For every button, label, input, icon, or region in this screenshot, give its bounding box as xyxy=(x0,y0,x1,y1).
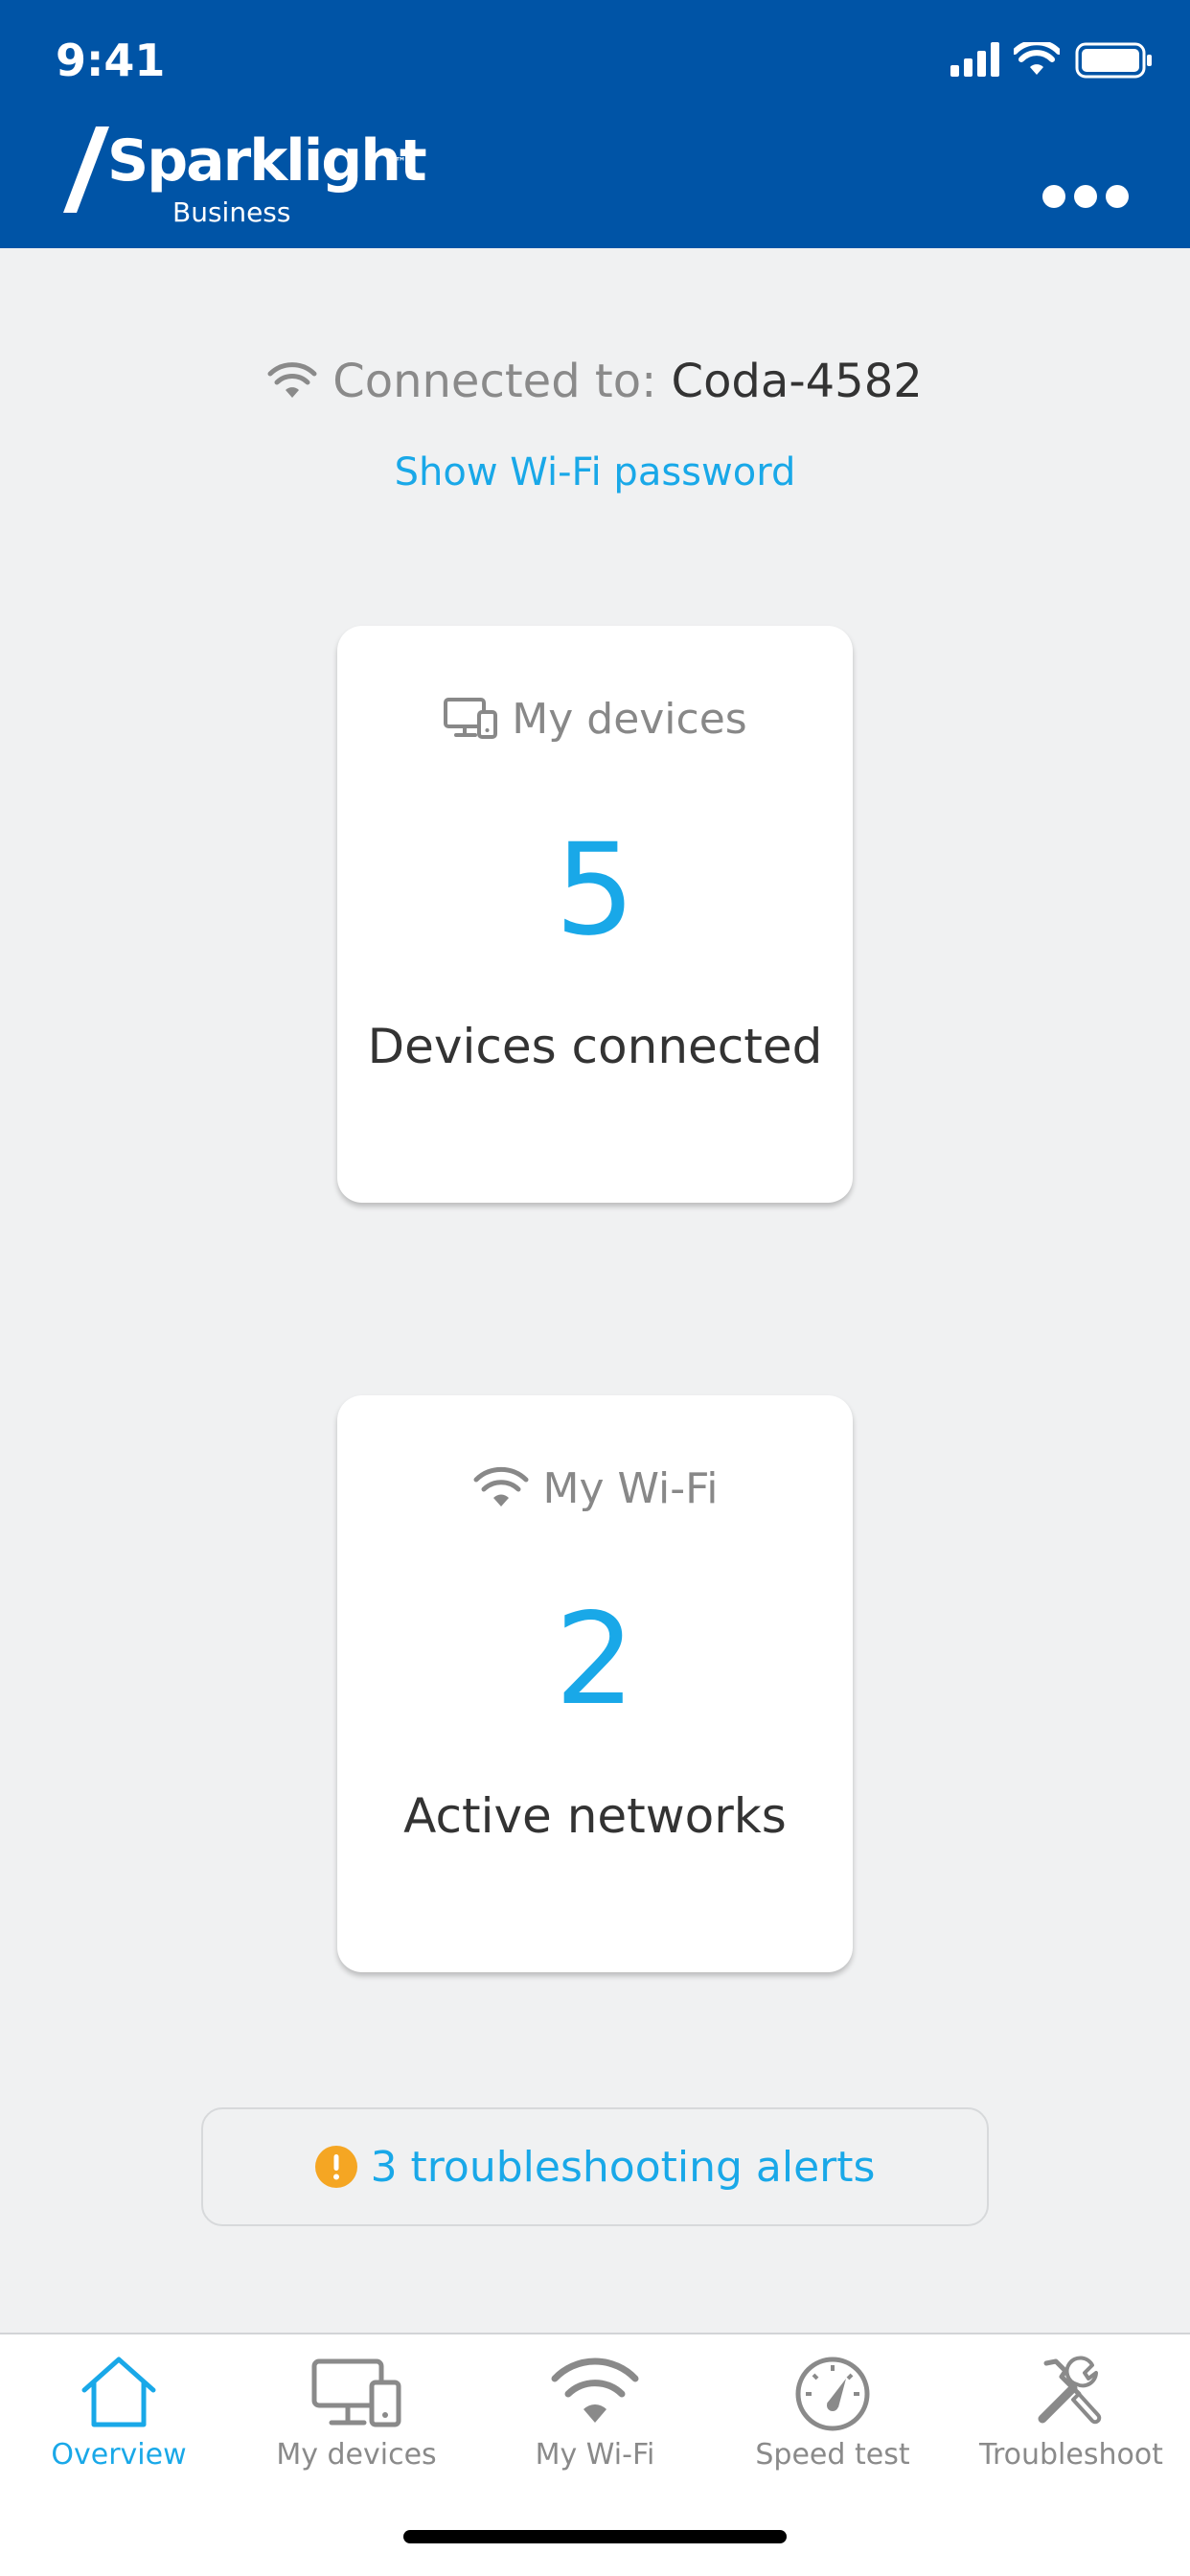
status-icons xyxy=(950,42,1161,80)
connected-label: Connected to: xyxy=(332,355,657,408)
app-screen: 9:41 Sparklight ™ Business Connected to:… xyxy=(0,0,1190,2576)
alerts-text: 3 troubleshooting alerts xyxy=(370,2142,876,2192)
cellular-signal-icon xyxy=(950,42,999,77)
my-devices-card[interactable]: My devices 5 Devices connected xyxy=(337,626,853,1203)
tab-label: My Wi-Fi xyxy=(535,2438,655,2472)
card-title-text: My Wi-Fi xyxy=(542,1464,719,1513)
devices-caption: Devices connected xyxy=(367,1019,823,1074)
card-title: My Wi-Fi xyxy=(337,1464,853,1513)
warning-icon xyxy=(314,2146,357,2188)
home-icon xyxy=(81,2357,156,2427)
devices-icon xyxy=(444,698,498,739)
app-header: 9:41 Sparklight ™ Business xyxy=(0,0,1190,248)
networks-count: 2 xyxy=(555,1586,635,1734)
tab-overview[interactable]: Overview xyxy=(0,2334,238,2526)
my-wifi-card[interactable]: My Wi-Fi 2 Active networks xyxy=(337,1395,853,1972)
card-title: My devices xyxy=(337,695,853,744)
troubleshooting-alerts-button[interactable]: 3 troubleshooting alerts xyxy=(201,2107,989,2226)
tab-label: Speed test xyxy=(755,2438,910,2472)
more-dot-icon xyxy=(1074,185,1097,208)
home-indicator[interactable] xyxy=(403,2530,787,2543)
connection-status: Connected to: Coda-4582 xyxy=(0,355,1190,408)
tab-label: Overview xyxy=(51,2438,187,2472)
tab-my-wifi[interactable]: My Wi-Fi xyxy=(476,2334,714,2526)
devices-icon xyxy=(311,2358,401,2427)
wifi-icon xyxy=(473,1466,529,1506)
wifi-icon xyxy=(267,362,317,398)
tab-label: Troubleshoot xyxy=(979,2438,1163,2472)
more-options-button[interactable] xyxy=(1042,180,1129,213)
wifi-icon xyxy=(551,2358,639,2423)
brand-name: Sparklight xyxy=(107,127,427,195)
more-dot-icon xyxy=(1106,185,1129,208)
status-time: 9:41 xyxy=(56,34,166,86)
tab-troubleshoot[interactable]: Troubleshoot xyxy=(952,2334,1190,2526)
speedometer-icon xyxy=(795,2357,870,2431)
wifi-status-icon xyxy=(1014,42,1060,75)
brand-subtitle: Business xyxy=(172,196,291,228)
battery-icon xyxy=(1075,42,1152,79)
show-wifi-password-link[interactable]: Show Wi-Fi password xyxy=(0,450,1190,494)
tab-my-devices[interactable]: My devices xyxy=(238,2334,475,2526)
card-title-text: My devices xyxy=(512,695,747,744)
tab-speed-test[interactable]: Speed test xyxy=(714,2334,951,2526)
devices-count: 5 xyxy=(555,816,635,964)
brand-logo: Sparklight ™ Business xyxy=(63,126,427,232)
brand-trademark: ™ xyxy=(395,155,406,169)
more-dot-icon xyxy=(1042,185,1065,208)
tab-label: My devices xyxy=(276,2438,437,2472)
networks-caption: Active networks xyxy=(403,1788,787,1844)
tools-icon xyxy=(1038,2356,1102,2425)
network-name: Coda-4582 xyxy=(671,355,923,408)
